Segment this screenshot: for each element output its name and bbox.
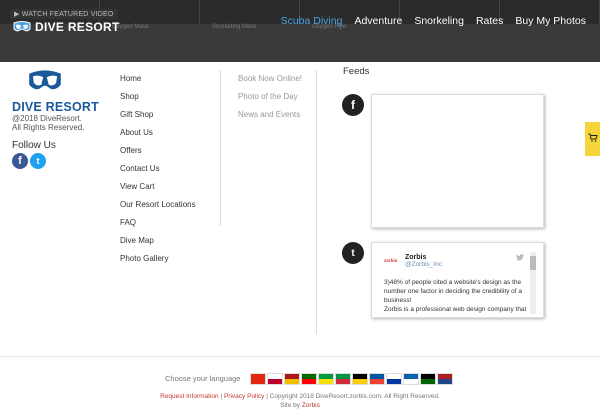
facebook-icon[interactable]: f [12,153,28,169]
facebook-feed-box[interactable] [371,94,544,228]
site-by: Site by Zorbis [280,402,320,409]
hero-thumb-caption: Snorkeling Mask [212,24,257,30]
twitter-icon[interactable]: t [30,153,46,169]
nav-snorkeling[interactable]: Snorkeling [414,15,464,27]
flag-germany-icon[interactable] [352,373,368,385]
cart-icon [588,133,598,146]
twitter-feed-icon[interactable]: t [342,242,364,264]
flag-china-icon[interactable] [250,373,266,385]
flag-japan-icon[interactable] [267,373,283,385]
footer-brand-name: DIVE RESORT [12,100,99,114]
flag-portugal-icon[interactable] [301,373,317,385]
footer-links-primary: Home Shop Gift Shop About Us Offers Contact U… [120,70,196,268]
tweet-author-handle[interactable]: @Zorbis_Inc [405,261,442,268]
dive-mask-icon [13,21,31,32]
flag-italy-icon[interactable] [335,373,351,385]
footer-links-secondary: Book Now Online! Photo of the Day News and… [238,70,302,124]
footer-link-view-cart[interactable]: View Cart [120,178,196,196]
zorbis-avatar: zorbis [384,258,398,263]
nav-rates[interactable]: Rates [476,15,503,27]
twitter-bird-icon [516,254,524,263]
footer-link-offers[interactable]: Offers [120,142,196,160]
footer-link-faq[interactable]: FAQ [120,214,196,232]
flag-brazil-icon[interactable] [318,373,334,385]
footer-link-home[interactable]: Home [120,70,196,88]
follow-us-label: Follow Us [12,140,56,151]
legal-links: Request Information | Privacy Policy | C… [160,393,440,400]
footer-link-photo-gallery[interactable]: Photo Gallery [120,250,196,268]
watch-video-button[interactable]: ▶ WATCH FEATURED VIDEO [10,9,118,19]
nav-scuba-diving[interactable]: Scuba Diving [281,15,343,27]
flag-kenya-icon[interactable] [420,373,436,385]
footer-copyright-line2: All Rights Reserved. [12,123,85,132]
column-divider [220,70,221,226]
site-header: Oxygen Mask Snorkeling Mask Oxygen Pipe ▶ … [0,0,600,62]
privacy-policy-link[interactable]: Privacy Policy [224,393,264,400]
copyright-text: | Copyright 2018 DiveResort.zorbis.com. … [264,393,440,400]
dive-mask-logo-icon[interactable] [26,68,64,94]
flag-spain-icon[interactable] [284,373,300,385]
footer-link-photo-of-the-day[interactable]: Photo of the Day [238,88,302,106]
tweet-scrollbar[interactable] [530,252,536,314]
flag-france-icon[interactable] [369,373,385,385]
nav-buy-my-photos[interactable]: Buy My Photos [515,15,586,27]
tweet-text: 3)48% of people cited a website's design… [384,279,527,313]
flag-russia-icon[interactable] [386,373,402,385]
footer-link-news-and-events[interactable]: News and Events [238,106,302,124]
footer-link-shop[interactable]: Shop [120,88,196,106]
flag-greece-icon[interactable] [403,373,419,385]
footer-link-our-resort-locations[interactable]: Our Resort Locations [120,196,196,214]
column-divider [316,70,317,334]
footer-link-contact-us[interactable]: Contact Us [120,160,196,178]
main-nav: Scuba Diving Adventure Snorkeling Rates Buy … [269,15,586,27]
footer-link-gift-shop[interactable]: Gift Shop [120,106,196,124]
footer-copyright-line1: @2018 DiveResort. [12,114,82,123]
play-icon: ▶ [14,11,22,18]
nav-adventure[interactable]: Adventure [354,15,402,27]
header-logo-text: DIVE RESORT [35,20,120,34]
request-information-link[interactable]: Request Information [160,393,219,400]
footer-divider [0,356,600,357]
tweet-author-name: Zorbis [405,254,427,261]
header-logo[interactable]: DIVE RESORT [12,20,120,34]
facebook-feed-icon[interactable]: f [342,94,364,116]
flag-netherlands-icon[interactable] [437,373,453,385]
tweet[interactable]: zorbis Zorbis @Zorbis_Inc 3)48% of peopl… [378,248,541,314]
feeds-title: Feeds [343,66,370,77]
language-label: Choose your language [165,374,241,383]
footer-link-about-us[interactable]: About Us [120,124,196,142]
language-flags [250,373,454,385]
footer-link-book-now-online-[interactable]: Book Now Online! [238,70,302,88]
social-links: f t [12,153,102,169]
footer-link-dive-map[interactable]: Dive Map [120,232,196,250]
footer-brand: DIVE RESORT @2018 DiveResort. All Rights… [12,68,102,169]
cart-tab[interactable] [585,122,600,156]
zorbis-link[interactable]: Zorbis [302,402,320,409]
